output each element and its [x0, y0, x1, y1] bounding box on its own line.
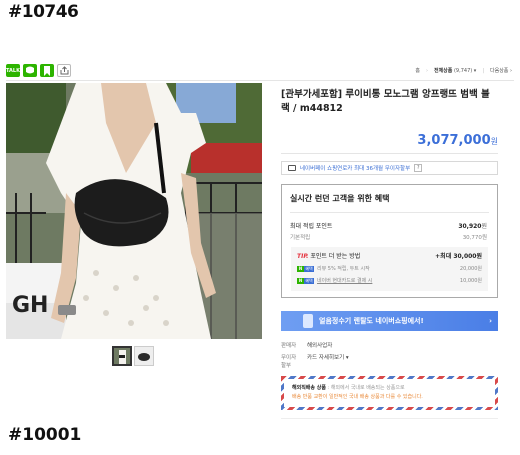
npay-text: 네이버페이 쇼핑연로카 최대 36개월 무이자할부	[300, 166, 411, 172]
category-bar: 홈 › 전체상품 (9,747) ▾ | 다음상품 ›	[415, 67, 512, 75]
thumbnail-2[interactable]	[134, 346, 154, 366]
chevron-right-icon: ›	[489, 317, 492, 325]
home-link[interactable]: 홈	[415, 67, 420, 74]
base-points-row: 기본적립 30,770원	[290, 233, 487, 241]
help-icon[interactable]: ?	[414, 164, 423, 172]
tip-text: 포인트 더 받는 방법	[310, 253, 361, 260]
base-points-value: 30,770	[462, 235, 482, 241]
photo-sign-text: GH	[12, 293, 49, 318]
price-currency: 원	[490, 137, 498, 146]
badge-p: 혜택	[304, 265, 314, 272]
base-points-unit: 원	[481, 235, 487, 241]
divider: |	[482, 67, 484, 74]
tip-max: +최대 30,000	[435, 253, 477, 260]
seller-label: 판매자	[281, 343, 297, 349]
talk-icon[interactable]: TALK	[6, 64, 20, 77]
tip-row-value: 10,000원	[459, 278, 482, 284]
naver-badge-icon: N 혜택	[297, 277, 314, 284]
all-products-link[interactable]: 전체상품 (9,747) ▾	[434, 67, 476, 74]
overseas-line2: 배송 반품 교환이 일반적인 국내 배송 상품과 다를 수 있습니다.	[292, 394, 423, 400]
tip-max-unit: 원	[476, 253, 482, 260]
separator-icon: ›	[425, 67, 428, 74]
all-products-label: 전체상품	[433, 68, 453, 74]
talk-label: TALK	[6, 67, 20, 74]
chevron-down-icon: ▾	[473, 68, 477, 74]
promo-banner[interactable]: 얼음정수기 렌탈도 네이버쇼핑에서! ›	[281, 311, 498, 331]
tip-row-text: 리뷰 5% 적립, 두트 시작	[317, 266, 370, 272]
bottom-divider	[281, 418, 498, 419]
price-value: 3,077,000	[417, 133, 491, 148]
product-info-panel: [관부가세포함] 루이비통 모노그램 앙프랭뜨 범백 블랙 / m44812 3…	[281, 88, 498, 410]
npay-installment-notice[interactable]: 네이버페이 쇼핑연로카 최대 36개월 무이자할부 ?	[281, 161, 498, 175]
benefit-title: 실시간 런던 고객을 위한 혜택	[290, 194, 390, 203]
base-points-label: 기본적립	[290, 235, 311, 241]
tip-row[interactable]: N 혜택 리뷰 5% 적립, 두트 시작 20,000원	[297, 265, 482, 272]
price-divider	[281, 153, 498, 154]
overseas-title: 해외직배송 상품	[292, 385, 326, 391]
thumbnail-strip	[112, 346, 154, 366]
card-icon	[288, 165, 296, 171]
banner-text: 얼음정수기 렌탈도 네이버쇼핑에서!	[319, 317, 424, 325]
next-product-link[interactable]: 다음상품 ›	[490, 67, 512, 74]
seller-row: 판매자 해외사업자	[281, 341, 332, 349]
all-products-count: (9,747)	[453, 68, 473, 74]
installment-details-link[interactable]: 카드 자세히보기 ▾	[307, 353, 349, 369]
share-icon[interactable]	[57, 64, 71, 77]
installment-row: 무이자할부 카드 자세히보기 ▾	[281, 353, 349, 369]
water-purifier-icon	[303, 314, 313, 328]
top-divider	[6, 80, 514, 81]
overseas-shipping-notice: 해외직배송 상품 : 해외에서 국내로 배송되는 상품으로 배송 반품 교환이 …	[281, 376, 498, 410]
product-photo[interactable]: GH	[6, 83, 262, 339]
max-points-unit: 원	[481, 223, 487, 230]
blog-icon[interactable]	[23, 64, 37, 77]
product-name: [관부가세포함] 루이비통 모노그램 앙프랭뜨 범백 블랙 / m44812	[281, 89, 490, 114]
share-toolbar: TALK	[6, 64, 71, 77]
tip-box: TIP. 포인트 더 받는 방법 +최대 30,000원 N 혜택 리뷰 5% 적…	[291, 247, 488, 291]
max-points-row: 최대 적립 포인트 30,920원	[290, 221, 487, 230]
seller-value: 해외사업자	[307, 343, 333, 349]
badge-n: N	[297, 265, 304, 272]
next-product-label: 다음상품	[490, 68, 509, 74]
post-footer: #10001	[8, 425, 82, 445]
max-points-label: 최대 적립 포인트	[290, 223, 333, 230]
chevron-right-icon: ›	[510, 68, 512, 74]
band-icon[interactable]	[40, 64, 54, 77]
tip-row-value: 20,000원	[459, 266, 482, 272]
badge-p: 혜택	[304, 277, 314, 284]
badge-n: N	[297, 277, 304, 284]
product-price: 3,077,000원	[417, 133, 498, 148]
overseas-line1: 해외에서 국내로 배송되는 상품으로	[330, 385, 405, 391]
tip-row[interactable]: N 혜택 네이버 현대카드로 결제 시 10,000원	[297, 277, 482, 284]
benefit-box: 실시간 런던 고객을 위한 혜택 최대 적립 포인트 30,920원 기본적립 …	[281, 184, 498, 298]
naver-badge-icon: N 혜택	[297, 265, 314, 272]
thumbnail-1[interactable]	[112, 346, 132, 366]
tip-label: TIP.	[297, 253, 309, 260]
post-title: #10746	[8, 2, 79, 22]
tip-row-text: 네이버 현대카드로 결제 시	[317, 278, 373, 284]
max-points-value: 30,920	[458, 223, 482, 230]
installment-label: 무이자할부	[281, 355, 297, 369]
benefit-divider	[290, 212, 489, 213]
